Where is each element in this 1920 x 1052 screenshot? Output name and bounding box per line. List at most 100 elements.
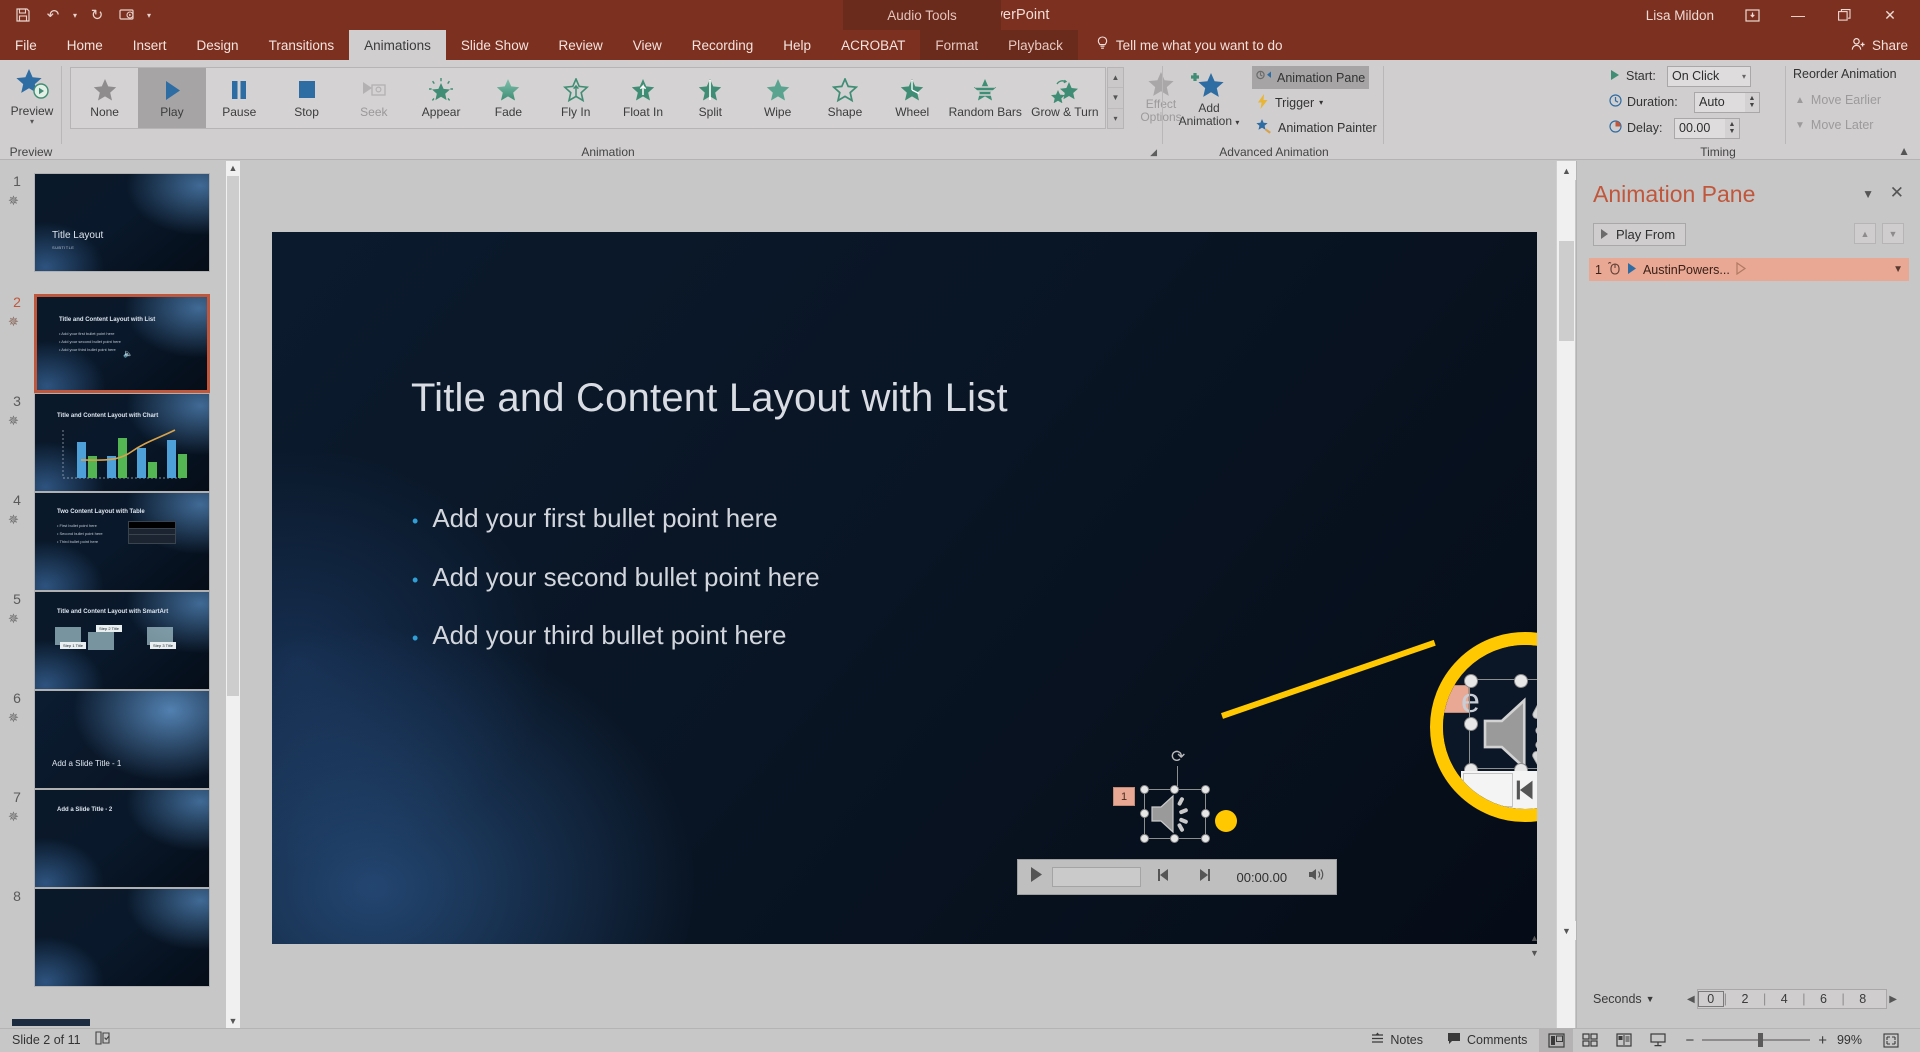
- step-back-icon[interactable]: [1157, 868, 1172, 887]
- resize-handle-s[interactable]: [1170, 834, 1179, 843]
- thumbnail-image[interactable]: Title and Content Layout with SmartArt S…: [34, 591, 210, 690]
- timeline-scroll-right-icon[interactable]: ▶: [1889, 994, 1897, 1005]
- zoom-out-icon[interactable]: −: [1685, 1032, 1694, 1049]
- tab-view[interactable]: View: [618, 30, 677, 60]
- animation-pane-button[interactable]: Animation Pane: [1252, 66, 1369, 89]
- tab-acrobat[interactable]: ACROBAT: [826, 30, 920, 60]
- thumbnail-slide-5[interactable]: 5 ✵ Title and Content Layout with SmartA…: [0, 591, 228, 701]
- accessibility-icon[interactable]: [95, 1031, 111, 1049]
- zoom-knob[interactable]: [1758, 1033, 1763, 1047]
- animation-star-icon[interactable]: ✵: [8, 193, 19, 209]
- slide-sorter-icon[interactable]: [1573, 1029, 1607, 1052]
- chevron-down-icon[interactable]: ▾: [1319, 98, 1323, 107]
- slide-bullet-3[interactable]: • Add your third bullet point here: [412, 620, 786, 651]
- animation-shape[interactable]: Shape: [811, 68, 878, 128]
- next-slide-icon[interactable]: ▼: [1525, 946, 1544, 959]
- animation-fly-in[interactable]: Fly In: [542, 68, 609, 128]
- slide-indicator[interactable]: Slide 2 of 11: [12, 1033, 81, 1047]
- restore-icon[interactable]: [1822, 0, 1866, 30]
- close-icon[interactable]: ✕: [1890, 183, 1904, 203]
- ribbon-display-options-icon[interactable]: [1730, 0, 1774, 30]
- move-up-button[interactable]: ▲: [1854, 223, 1876, 244]
- scroll-up-icon[interactable]: ▲: [1557, 161, 1576, 180]
- editor-vertical-scrollbar[interactable]: ▲ ▼: [1556, 161, 1575, 1028]
- thumbnail-image[interactable]: Title and Content Layout with Chart: [34, 393, 210, 492]
- animation-wipe[interactable]: Wipe: [744, 68, 811, 128]
- fit-slide-icon[interactable]: [1874, 1029, 1908, 1052]
- animation-star-icon[interactable]: ✵: [8, 314, 19, 330]
- timeline-ticks[interactable]: 0 | 2 | 4 | 6 | 8: [1697, 989, 1888, 1009]
- volume-icon[interactable]: [1308, 867, 1326, 887]
- minimize-icon[interactable]: —: [1776, 0, 1820, 30]
- animation-grow-and-turn[interactable]: Grow & Turn: [1025, 68, 1105, 128]
- media-control-bar[interactable]: 00:00.00: [1017, 859, 1337, 895]
- move-later-button[interactable]: ▼ Move Later: [1795, 118, 1873, 132]
- start-dropdown[interactable]: On Click ▾: [1667, 66, 1751, 87]
- move-down-button[interactable]: ▼: [1882, 223, 1904, 244]
- tab-animations[interactable]: Animations: [349, 30, 446, 60]
- thumbnail-horizontal-scrollbar[interactable]: [0, 1018, 241, 1028]
- gallery-scroll-down-icon[interactable]: ▼: [1108, 88, 1123, 108]
- animation-split[interactable]: Split: [677, 68, 744, 128]
- gallery-scroll-buttons[interactable]: ▲ ▼ ▾: [1107, 67, 1124, 129]
- duration-field[interactable]: Auto ▲▼: [1694, 92, 1760, 113]
- step-forward-icon[interactable]: [1196, 868, 1211, 887]
- thumbnail-slide-6[interactable]: 6 ✵ Add a Slide Title - 1: [0, 690, 228, 800]
- seconds-dropdown[interactable]: Seconds ▼: [1593, 992, 1655, 1006]
- animation-order-badge[interactable]: 1: [1113, 787, 1135, 806]
- resize-handle-e[interactable]: [1201, 809, 1210, 818]
- tab-insert[interactable]: Insert: [118, 30, 182, 60]
- chevron-down-icon[interactable]: ▾: [1742, 72, 1746, 81]
- normal-view-icon[interactable]: [1539, 1029, 1573, 1052]
- close-icon[interactable]: ✕: [1868, 0, 1912, 30]
- thumbnail-image[interactable]: Add a Slide Title - 1: [34, 690, 210, 789]
- scrollbar-thumb[interactable]: [1559, 241, 1574, 341]
- resize-handle-se[interactable]: [1201, 834, 1210, 843]
- zoom-slider[interactable]: − +: [1675, 1032, 1837, 1049]
- thumbnail-slide-3[interactable]: 3 ✵ Title and Content Layout with Chart: [0, 393, 228, 503]
- animation-star-icon[interactable]: ✵: [8, 611, 19, 627]
- animation-float-in[interactable]: Float In: [609, 68, 676, 128]
- play-icon[interactable]: [1028, 866, 1044, 888]
- scroll-down-icon[interactable]: ▼: [1557, 921, 1576, 940]
- thumbnail-image[interactable]: Two Content Layout with Table • First bu…: [34, 492, 210, 591]
- timeline-scroll-left-icon[interactable]: ◀: [1687, 994, 1695, 1005]
- reading-view-icon[interactable]: [1607, 1029, 1641, 1052]
- slide-title[interactable]: Title and Content Layout with List: [411, 376, 1008, 421]
- slide-bullet-2[interactable]: • Add your second bullet point here: [412, 562, 820, 593]
- slide-thumbnail-pane[interactable]: 1 ✵ Title Layout SUBTITLE 2 ✵ Title and …: [0, 161, 240, 1028]
- animation-random-bars[interactable]: Random Bars: [946, 68, 1025, 128]
- delay-stepper[interactable]: ▲▼: [1725, 119, 1739, 138]
- zoom-percent[interactable]: 99%: [1837, 1033, 1874, 1047]
- animation-stop[interactable]: Stop: [273, 68, 340, 128]
- tab-playback[interactable]: Playback: [993, 30, 1078, 60]
- previous-slide-icon[interactable]: ▲: [1525, 931, 1544, 944]
- resize-handle-w[interactable]: [1140, 809, 1149, 818]
- thumbnail-image[interactable]: Title and Content Layout with List • Add…: [34, 294, 210, 393]
- slide-bullet-1[interactable]: • Add your first bullet point here: [412, 503, 778, 534]
- animation-wheel[interactable]: Wheel: [879, 68, 946, 128]
- zoom-track[interactable]: [1702, 1039, 1810, 1041]
- preview-dropdown-icon[interactable]: ▾: [30, 118, 34, 126]
- animation-painter-button[interactable]: Animation Painter: [1252, 116, 1381, 139]
- animation-pane-item[interactable]: 1 AustinPowers... ▼: [1589, 258, 1909, 281]
- animation-dialog-launcher-icon[interactable]: ◢: [1150, 147, 1157, 158]
- slideshow-icon[interactable]: [1641, 1029, 1675, 1052]
- timeline-bar-icon[interactable]: [1736, 262, 1747, 278]
- tab-review[interactable]: Review: [543, 30, 617, 60]
- notes-button[interactable]: Notes: [1359, 1029, 1435, 1052]
- thumbnail-slide-4[interactable]: 4 ✵ Two Content Layout with Table • Firs…: [0, 492, 228, 602]
- pane-options-chevron-icon[interactable]: ▼: [1862, 187, 1874, 201]
- trigger-button[interactable]: Trigger ▾: [1252, 91, 1327, 114]
- audio-object[interactable]: [1140, 785, 1210, 843]
- account-user-name[interactable]: Lisa Mildon: [1646, 8, 1714, 23]
- tab-file[interactable]: File: [0, 30, 52, 60]
- animation-pause[interactable]: Pause: [206, 68, 273, 128]
- resize-handle-ne[interactable]: [1201, 785, 1210, 794]
- tab-recording[interactable]: Recording: [677, 30, 769, 60]
- delay-field[interactable]: 00.00 ▲▼: [1674, 118, 1740, 139]
- duration-stepper[interactable]: ▲▼: [1745, 93, 1759, 112]
- animation-none[interactable]: None: [71, 68, 138, 128]
- thumbnail-slide-7[interactable]: 7 ✵ Add a Slide Title - 2: [0, 789, 228, 899]
- thumbnail-slide-2[interactable]: 2 ✵ Title and Content Layout with List •…: [0, 294, 228, 404]
